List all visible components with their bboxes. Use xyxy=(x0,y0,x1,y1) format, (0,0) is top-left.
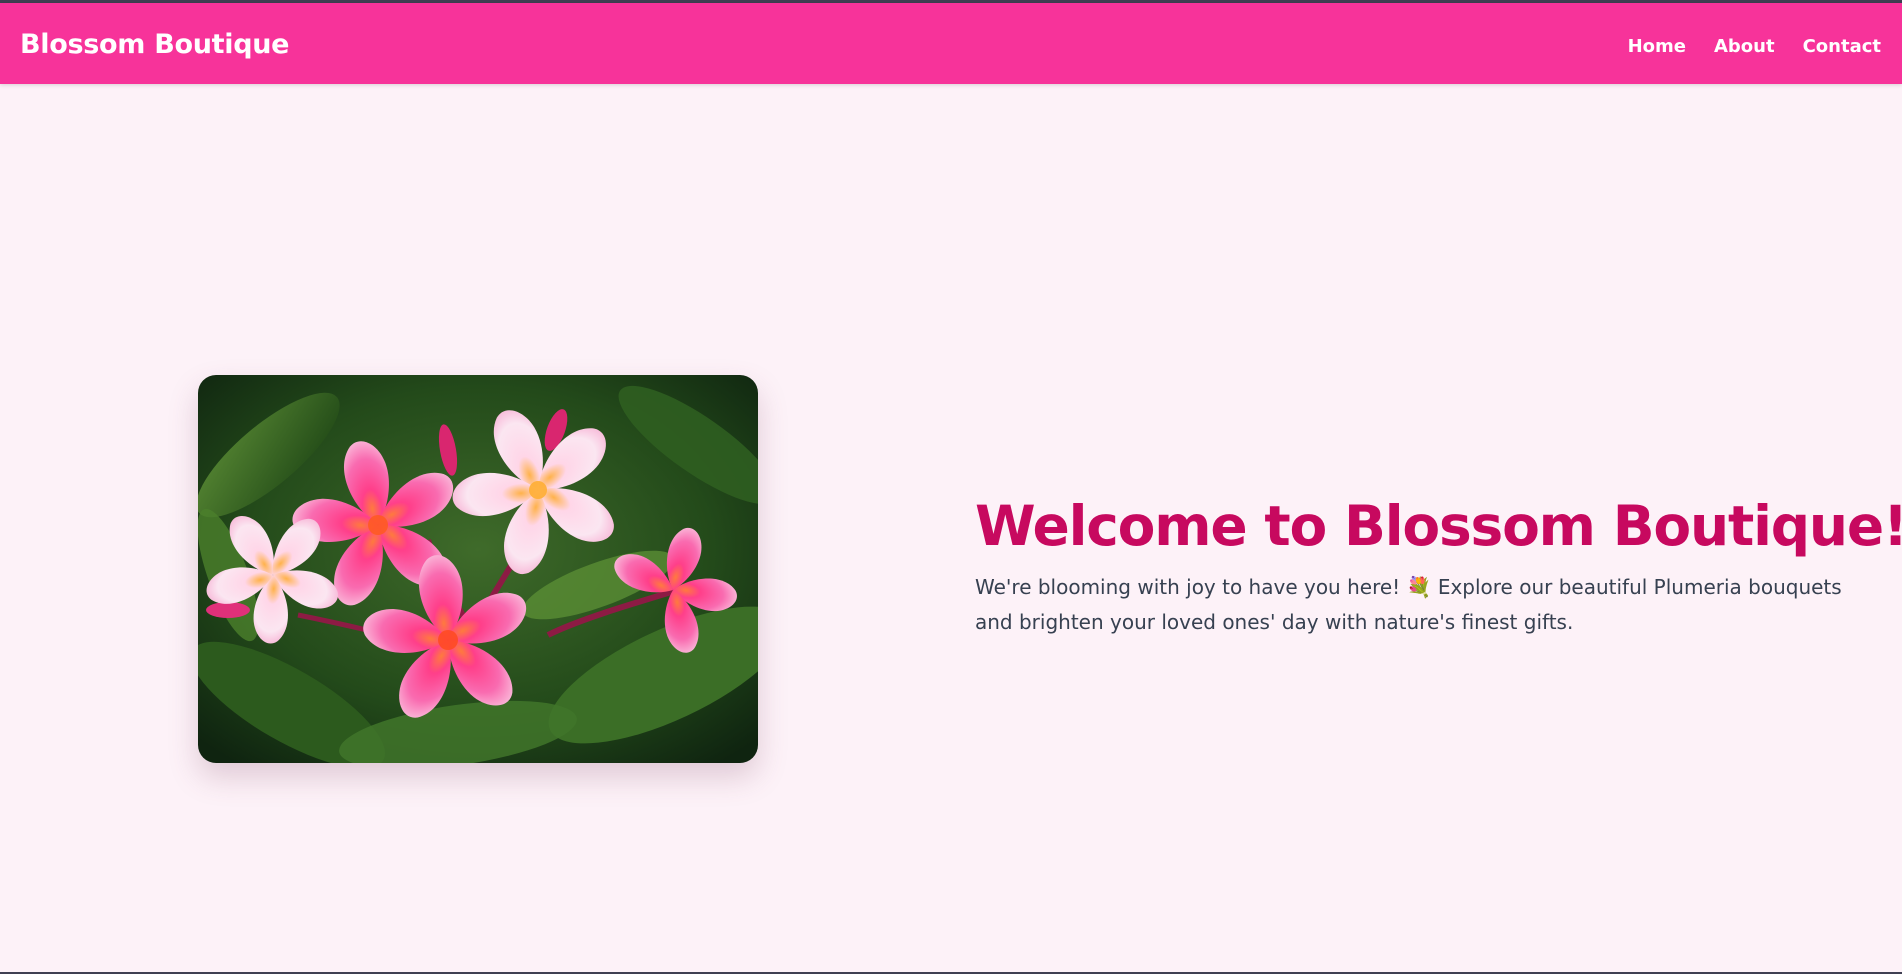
bouquet-emoji-icon: 💐 xyxy=(1406,575,1432,599)
navbar: Blossom Boutique Home About Contact xyxy=(0,3,1902,84)
hero-text: Welcome to Blossom Boutique! We're bloom… xyxy=(975,490,1902,640)
nav-link-home[interactable]: Home xyxy=(1628,36,1686,58)
hero-image xyxy=(198,375,758,763)
brand-logo[interactable]: Blossom Boutique xyxy=(20,29,289,61)
hero-title: Welcome to Blossom Boutique! xyxy=(975,494,1902,558)
hero-description-part1: We're blooming with joy to have you here… xyxy=(975,575,1401,599)
plumeria-flower-photo xyxy=(198,375,758,763)
hero-description: We're blooming with joy to have you here… xyxy=(975,570,1855,640)
nav-link-contact[interactable]: Contact xyxy=(1803,36,1881,58)
nav-link-about[interactable]: About xyxy=(1714,36,1775,58)
nav-links: Home About Contact xyxy=(1628,36,1881,58)
